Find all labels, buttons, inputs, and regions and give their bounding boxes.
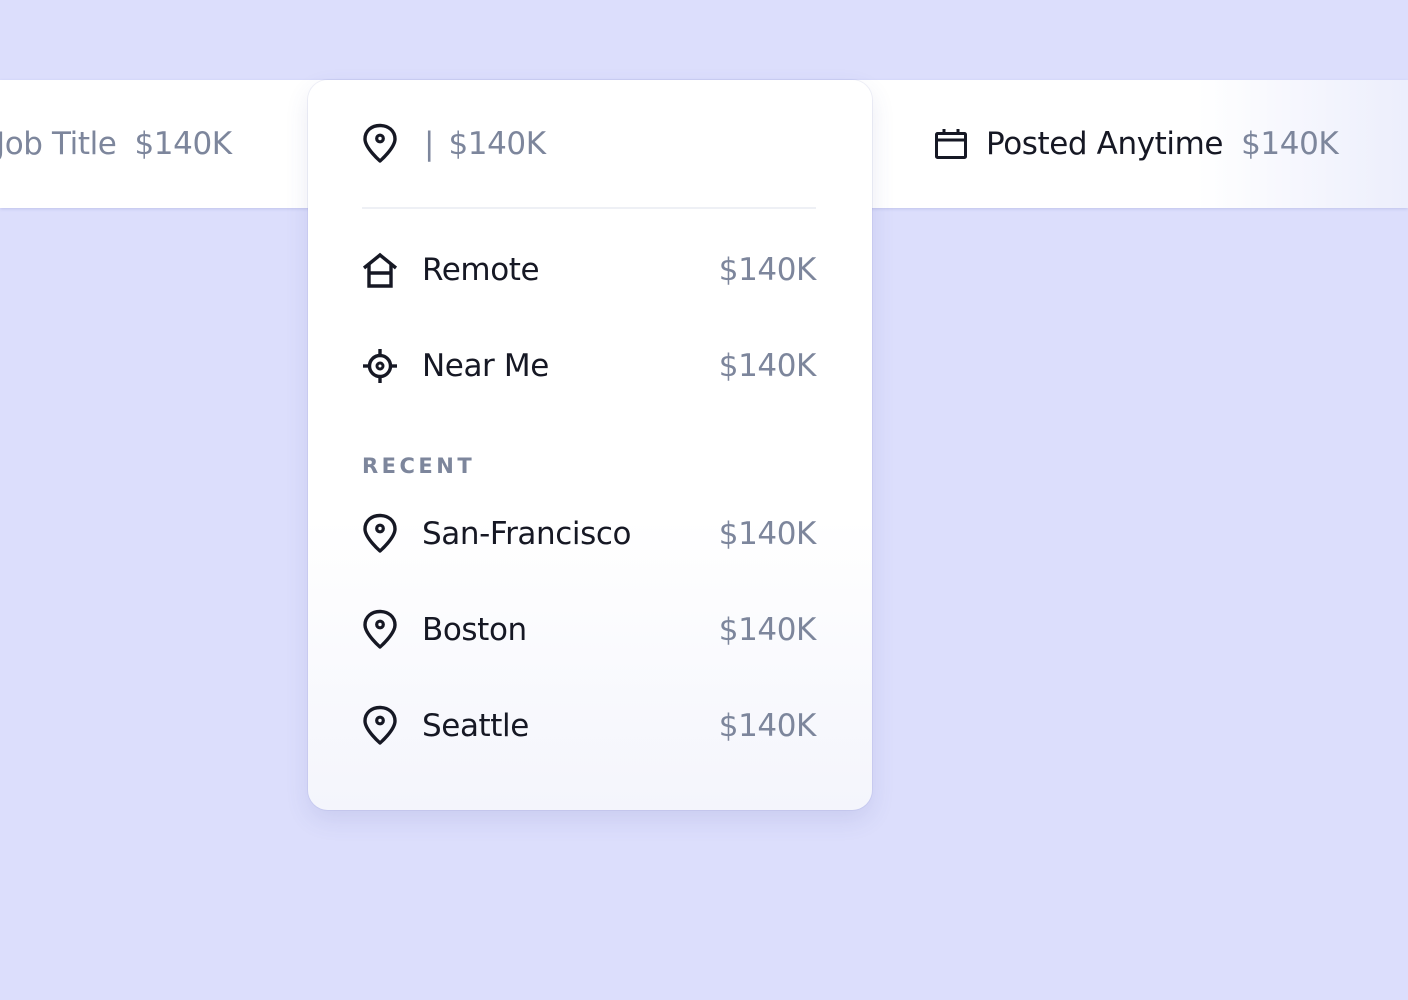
recent-label: Boston [422,612,527,648]
posted-date-filter[interactable]: Posted Anytime $140K [934,80,1339,208]
recent-salary: $140K [718,516,817,552]
recent-item-san-francisco[interactable]: San-Francisco $140K [362,506,816,562]
option-salary: $140K [718,252,817,288]
location-pin-icon [363,513,397,553]
job-title-label: Job Title [0,126,117,162]
location-input-salary: $140K [448,125,546,162]
calendar-icon [935,129,967,159]
option-label: Near Me [422,348,549,384]
posted-date-label: Posted Anytime [986,126,1224,162]
location-pin-icon [363,123,397,163]
recent-salary: $140K [718,612,817,648]
job-title-salary: $140K [134,126,232,162]
divider [362,207,816,209]
job-title-field[interactable]: Job Title $140K [0,80,232,208]
text-cursor: | [424,125,435,162]
recent-label: San-Francisco [422,516,632,552]
recent-item-seattle[interactable]: Seattle $140K [362,698,816,754]
location-input[interactable]: | $140K [362,80,816,207]
recent-heading: RECENT [362,454,476,478]
option-salary: $140K [718,348,817,384]
recent-item-boston[interactable]: Boston $140K [362,602,816,658]
recent-salary: $140K [718,708,817,744]
recent-label: Seattle [422,708,529,744]
location-pin-icon [363,705,397,745]
posted-date-salary: $140K [1241,126,1339,162]
home-icon [362,252,398,288]
location-pin-icon [363,609,397,649]
crosshair-icon [363,349,397,383]
location-dropdown: | $140K Remote $140K Near Me $140K RECEN… [308,80,872,810]
option-remote[interactable]: Remote $140K [362,242,816,298]
option-label: Remote [422,252,540,288]
option-near-me[interactable]: Near Me $140K [362,338,816,394]
